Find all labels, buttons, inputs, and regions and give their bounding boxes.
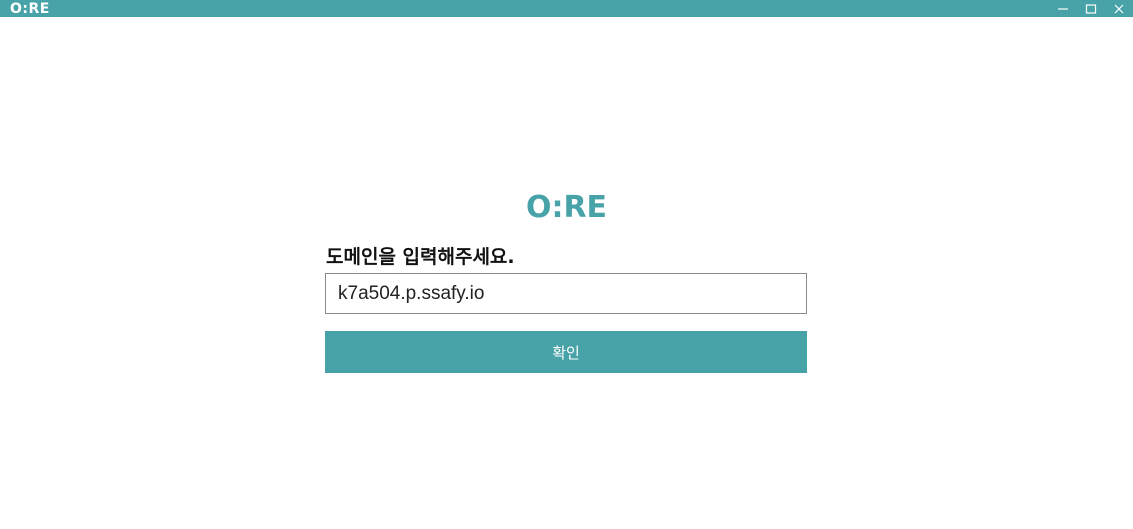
minimize-icon <box>1058 7 1068 10</box>
app-logo: O:RE <box>525 190 608 225</box>
minimize-button[interactable] <box>1049 0 1077 17</box>
window-controls <box>1049 0 1133 17</box>
confirm-button[interactable]: 확인 <box>325 331 807 373</box>
maximize-icon <box>1085 3 1097 14</box>
close-icon <box>1114 4 1124 13</box>
title-bar: O:RE <box>0 0 1133 17</box>
window-title: O:RE <box>10 0 50 17</box>
domain-input[interactable] <box>325 273 807 314</box>
maximize-button[interactable] <box>1077 0 1105 17</box>
close-button[interactable] <box>1105 0 1133 17</box>
domain-prompt-label: 도메인을 입력해주세요. <box>326 246 515 268</box>
